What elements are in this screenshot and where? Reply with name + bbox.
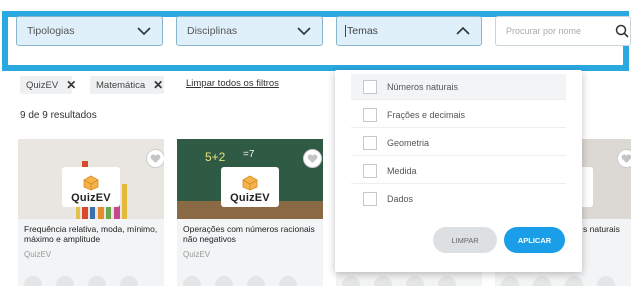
dropdown-option[interactable]: Geometria xyxy=(351,130,566,156)
checkbox[interactable] xyxy=(363,107,377,122)
dropdown-option[interactable]: Dados xyxy=(351,186,566,212)
chevron-down-icon xyxy=(297,27,311,36)
results-count: 9 de 9 resultados xyxy=(20,110,97,121)
share-icon[interactable] xyxy=(565,276,583,286)
checkbox[interactable] xyxy=(363,135,377,150)
search-icon[interactable] xyxy=(615,24,629,38)
share-icon[interactable] xyxy=(88,276,106,286)
more-icon[interactable] xyxy=(597,276,615,286)
chevron-down-icon xyxy=(137,27,151,36)
edit-icon[interactable] xyxy=(374,276,392,286)
disciplinas-select[interactable]: Disciplinas xyxy=(176,16,323,46)
calendar-icon[interactable] xyxy=(183,276,201,286)
cube-icon xyxy=(83,175,99,191)
temas-select[interactable]: Temas xyxy=(336,16,482,46)
svg-text:=7: =7 xyxy=(243,149,255,160)
limpar-button[interactable]: LIMPAR xyxy=(433,227,497,253)
filter-chip: Matemática ✕ xyxy=(90,76,164,94)
calendar-icon[interactable] xyxy=(24,276,42,286)
heart-icon[interactable] xyxy=(146,149,164,168)
disciplinas-label: Disciplinas xyxy=(187,25,238,37)
search-input[interactable]: Procurar por nome xyxy=(495,16,631,46)
tipologias-select[interactable]: Tipologias xyxy=(16,16,163,46)
quizev-logo: QuizEV xyxy=(62,167,120,207)
card-actions xyxy=(24,276,138,286)
resource-card[interactable]: 5+2 =7 QuizEV Operações com números raci… xyxy=(177,139,323,286)
option-label: Geometria xyxy=(387,137,430,148)
dropdown-option[interactable]: Números naturais xyxy=(351,74,566,100)
card-actions xyxy=(183,276,297,286)
temas-label: Temas xyxy=(345,25,455,37)
card-title: Operações com números racionais não nega… xyxy=(183,224,315,244)
svg-text:5+2: 5+2 xyxy=(205,150,226,164)
calendar-icon[interactable] xyxy=(342,276,360,286)
close-icon[interactable]: ✕ xyxy=(153,78,163,92)
option-label: Medida xyxy=(387,165,417,176)
card-type: QuizEV xyxy=(24,250,52,259)
brand-label: QuizEV xyxy=(230,192,270,204)
close-icon[interactable]: ✕ xyxy=(66,78,76,92)
brand-label: QuizEV xyxy=(71,192,111,204)
cube-icon xyxy=(242,175,258,191)
card-title: s naturais xyxy=(583,224,620,234)
dropdown-option[interactable]: Medida xyxy=(351,158,566,184)
heart-icon[interactable] xyxy=(303,149,322,168)
clear-all-filters-link[interactable]: Limpar todos os filtros xyxy=(186,78,279,89)
checkbox[interactable] xyxy=(363,192,377,206)
more-icon[interactable] xyxy=(120,276,138,286)
checkbox[interactable] xyxy=(363,79,377,94)
chip-label: QuizEV xyxy=(26,79,59,91)
edit-icon[interactable] xyxy=(533,276,551,286)
tipologias-label: Tipologias xyxy=(27,25,75,37)
temas-dropdown: Números naturais Frações e decimais Geom… xyxy=(335,70,582,272)
option-label: Dados xyxy=(387,194,414,204)
share-icon[interactable] xyxy=(406,276,424,286)
heart-icon[interactable] xyxy=(617,149,631,168)
search-placeholder: Procurar por nome xyxy=(506,26,582,36)
card-title: Frequência relativa, moda, mínimo, máxim… xyxy=(24,224,158,244)
checkbox[interactable] xyxy=(363,163,377,178)
quizev-logo: QuizEV xyxy=(221,167,279,207)
option-label: Números naturais xyxy=(387,81,459,92)
share-icon[interactable] xyxy=(247,276,265,286)
dropdown-option[interactable]: Frações e decimais xyxy=(351,102,566,128)
edit-icon[interactable] xyxy=(56,276,74,286)
card-type: QuizEV xyxy=(183,250,211,259)
calendar-icon[interactable] xyxy=(501,276,519,286)
option-label: Frações e decimais xyxy=(387,109,466,120)
chevron-up-icon xyxy=(456,26,470,35)
card-actions xyxy=(342,276,456,286)
more-icon[interactable] xyxy=(279,276,297,286)
aplicar-button[interactable]: APLICAR xyxy=(504,227,565,253)
more-icon[interactable] xyxy=(438,276,456,286)
card-actions xyxy=(501,276,615,286)
filter-chip: QuizEV ✕ xyxy=(20,76,76,94)
chip-label: Matemática xyxy=(96,79,146,91)
edit-icon[interactable] xyxy=(215,276,233,286)
resource-card[interactable]: QuizEV Frequência relativa, moda, mínimo… xyxy=(18,139,164,286)
